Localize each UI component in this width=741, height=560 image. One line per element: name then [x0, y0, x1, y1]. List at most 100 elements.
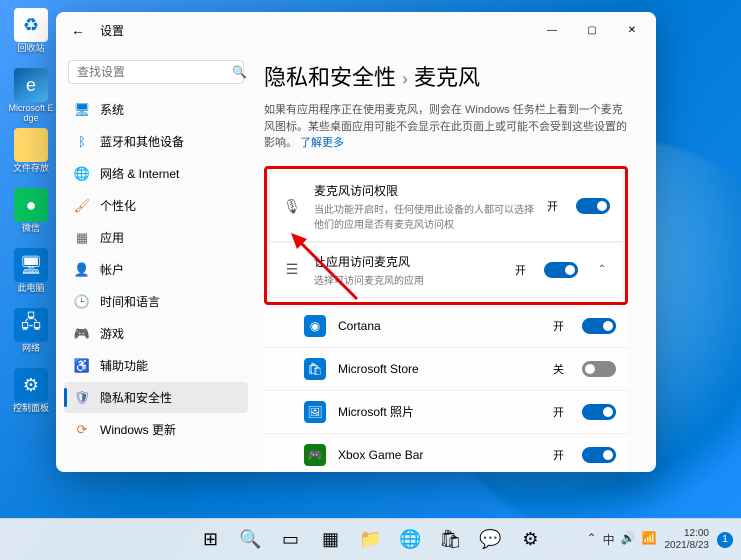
minimize-button[interactable]: —	[532, 12, 572, 48]
nav-icon: 🛡	[74, 390, 90, 406]
taskbar-search[interactable]: 🔍	[233, 522, 269, 558]
toggle-state: 开	[553, 447, 564, 463]
tray-icon[interactable]: 🔊	[621, 531, 636, 548]
system-tray[interactable]: ⌃ 中 🔊 📶 12:00 2021/8/23 1	[587, 528, 733, 552]
nav-label: 游戏	[100, 325, 124, 342]
app-row: 🖼 Microsoft 照片开	[264, 391, 628, 434]
learn-more-link[interactable]: 了解更多	[300, 137, 344, 149]
toggle-switch[interactable]	[576, 198, 610, 214]
app-row: ◉ Cortana 开	[264, 305, 628, 348]
nav-icon: 🖥	[74, 102, 90, 118]
nav-label: 隐私和安全性	[100, 389, 172, 406]
desktop-icon-edge[interactable]: eMicrosoft Edge	[8, 68, 54, 122]
back-button[interactable]: ←	[60, 12, 96, 48]
toggle-state: 开	[553, 404, 564, 420]
settings-window: ← 设置 — ▢ ✕ 🔍 🖥系统 ᛒ 蓝牙和其他设备 🌐网络 & Internet 🖌 个…	[56, 12, 656, 472]
sidebar: 🔍 🖥系统 ᛒ 蓝牙和其他设备 🌐网络 & Internet 🖌 个性化 ▦ 应用 👤帐户 🕒 时间…	[56, 48, 256, 472]
taskbar-settings[interactable]: ⚙	[513, 522, 549, 558]
nav-label: 网络 & Internet	[100, 165, 179, 182]
nav-icon: ▦	[74, 230, 90, 246]
window-title: 设置	[96, 22, 532, 39]
desktop-icon-recycle-bin[interactable]: ♻回收站	[8, 8, 54, 62]
nav-item-9[interactable]: 🛡 隐私和安全性	[64, 382, 248, 413]
toggle-switch[interactable]	[582, 447, 616, 463]
tray-icon[interactable]: ⌃	[587, 531, 597, 548]
nav-icon: ᛒ	[74, 134, 90, 150]
nav-icon: ⟳	[74, 422, 90, 438]
taskbar-tasks[interactable]: ▭	[273, 522, 309, 558]
search-icon: 🔍	[232, 65, 247, 79]
app-row: 🛍Microsoft Store关	[264, 348, 628, 391]
close-button[interactable]: ✕	[612, 12, 652, 48]
nav-item-8[interactable]: ♿ 辅助功能	[64, 350, 248, 381]
clock[interactable]: 12:00 2021/8/23	[665, 528, 710, 552]
tray-icon[interactable]: 中	[603, 531, 615, 548]
app-name: Cortana	[338, 319, 541, 333]
nav-icon: 🖌	[74, 198, 90, 214]
setting-row[interactable]: ☰让应用访问麦克风选择可访问麦克风的应用开⌃	[269, 242, 623, 298]
toggle-state: 开	[547, 198, 558, 214]
toggle-state: 关	[553, 361, 564, 377]
app-name: Xbox Game Bar	[338, 448, 541, 462]
breadcrumb-parent[interactable]: 隐私和安全性	[264, 65, 396, 90]
chevron-right-icon: ›	[402, 69, 408, 89]
nav-icon: 👤	[74, 262, 90, 278]
nav-item-6[interactable]: 🕒 时间和语言	[64, 286, 248, 317]
nav-label: 辅助功能	[100, 357, 148, 374]
app-name: Microsoft 照片	[338, 403, 541, 420]
tray-icon[interactable]: 📶	[642, 531, 657, 548]
notification-badge[interactable]: 1	[717, 532, 733, 548]
taskbar-start[interactable]: ⊞	[193, 522, 229, 558]
nav-item-5[interactable]: 👤帐户	[64, 254, 248, 285]
app-icon: 🖼	[304, 401, 326, 423]
setting-title: 麦克风访问权限	[314, 182, 535, 199]
nav-item-2[interactable]: 🌐网络 & Internet	[64, 158, 248, 189]
setting-icon: ☰	[282, 261, 302, 278]
taskbar: ⊞🔍▭▦📁🌐🛍💬⚙ ⌃ 中 🔊 📶 12:00 2021/8/23 1	[0, 518, 741, 560]
desktop-icon-control-panel[interactable]: ⚙控制面板	[8, 368, 54, 422]
nav-icon: ♿	[74, 358, 90, 374]
search-input[interactable]	[77, 65, 232, 79]
setting-subtitle: 选择可访问麦克风的应用	[314, 272, 503, 287]
maximize-button[interactable]: ▢	[572, 12, 612, 48]
app-icon: 🎮	[304, 444, 326, 466]
nav-label: Windows 更新	[100, 421, 176, 438]
nav-label: 个性化	[100, 197, 136, 214]
taskbar-explorer[interactable]: 📁	[353, 522, 389, 558]
app-name: Microsoft Store	[338, 362, 541, 376]
toggle-switch[interactable]	[582, 318, 616, 334]
setting-row[interactable]: 🎙麦克风访问权限当此功能开启时，任何使用此设备的人都可以选择他们的应用是否有麦克…	[269, 171, 623, 242]
toggle-switch[interactable]	[582, 361, 616, 377]
breadcrumb-current: 麦克风	[414, 65, 480, 90]
desktop-icon-wechat[interactable]: ●微信	[8, 188, 54, 242]
nav-item-10[interactable]: ⟳ Windows 更新	[64, 414, 248, 445]
taskbar-wechat[interactable]: 💬	[473, 522, 509, 558]
app-icon: ◉	[304, 315, 326, 337]
nav-icon: 🎮	[74, 326, 90, 342]
setting-title: 让应用访问麦克风	[314, 253, 503, 270]
toggle-state: 开	[553, 318, 564, 334]
search-box[interactable]: 🔍	[68, 60, 244, 84]
nav-item-0[interactable]: 🖥系统	[64, 94, 248, 125]
nav-label: 时间和语言	[100, 293, 160, 310]
taskbar-widgets[interactable]: ▦	[313, 522, 349, 558]
taskbar-store[interactable]: 🛍	[433, 522, 469, 558]
toggle-switch[interactable]	[582, 404, 616, 420]
app-row: 🎮 Xbox Game Bar 开	[264, 434, 628, 473]
desktop-icon-folder-docs[interactable]: 文件存放	[8, 128, 54, 182]
content-area: 隐私和安全性 › 麦克风 如果有应用程序正在使用麦克风，则会在 Windows 任务…	[256, 48, 656, 472]
nav-item-1[interactable]: ᛒ 蓝牙和其他设备	[64, 126, 248, 157]
nav-icon: 🕒	[74, 294, 90, 310]
page-description: 如果有应用程序正在使用麦克风，则会在 Windows 任务栏上看到一个麦克风图标…	[264, 102, 628, 152]
toggle-switch[interactable]	[544, 262, 578, 278]
desktop-icon-network[interactable]: 🖧网络	[8, 308, 54, 362]
taskbar-edge[interactable]: 🌐	[393, 522, 429, 558]
desktop-icons: ♻回收站 eMicrosoft Edge 文件存放 ●微信 🖥此电脑 🖧网络 ⚙控制面板	[8, 8, 58, 428]
nav-item-3[interactable]: 🖌 个性化	[64, 190, 248, 221]
desktop-icon-this-pc[interactable]: 🖥此电脑	[8, 248, 54, 302]
nav-item-7[interactable]: 🎮 游戏	[64, 318, 248, 349]
nav-label: 蓝牙和其他设备	[100, 133, 184, 150]
chevron-up-icon[interactable]: ⌃	[594, 264, 610, 275]
nav-label: 应用	[100, 229, 124, 246]
nav-item-4[interactable]: ▦ 应用	[64, 222, 248, 253]
